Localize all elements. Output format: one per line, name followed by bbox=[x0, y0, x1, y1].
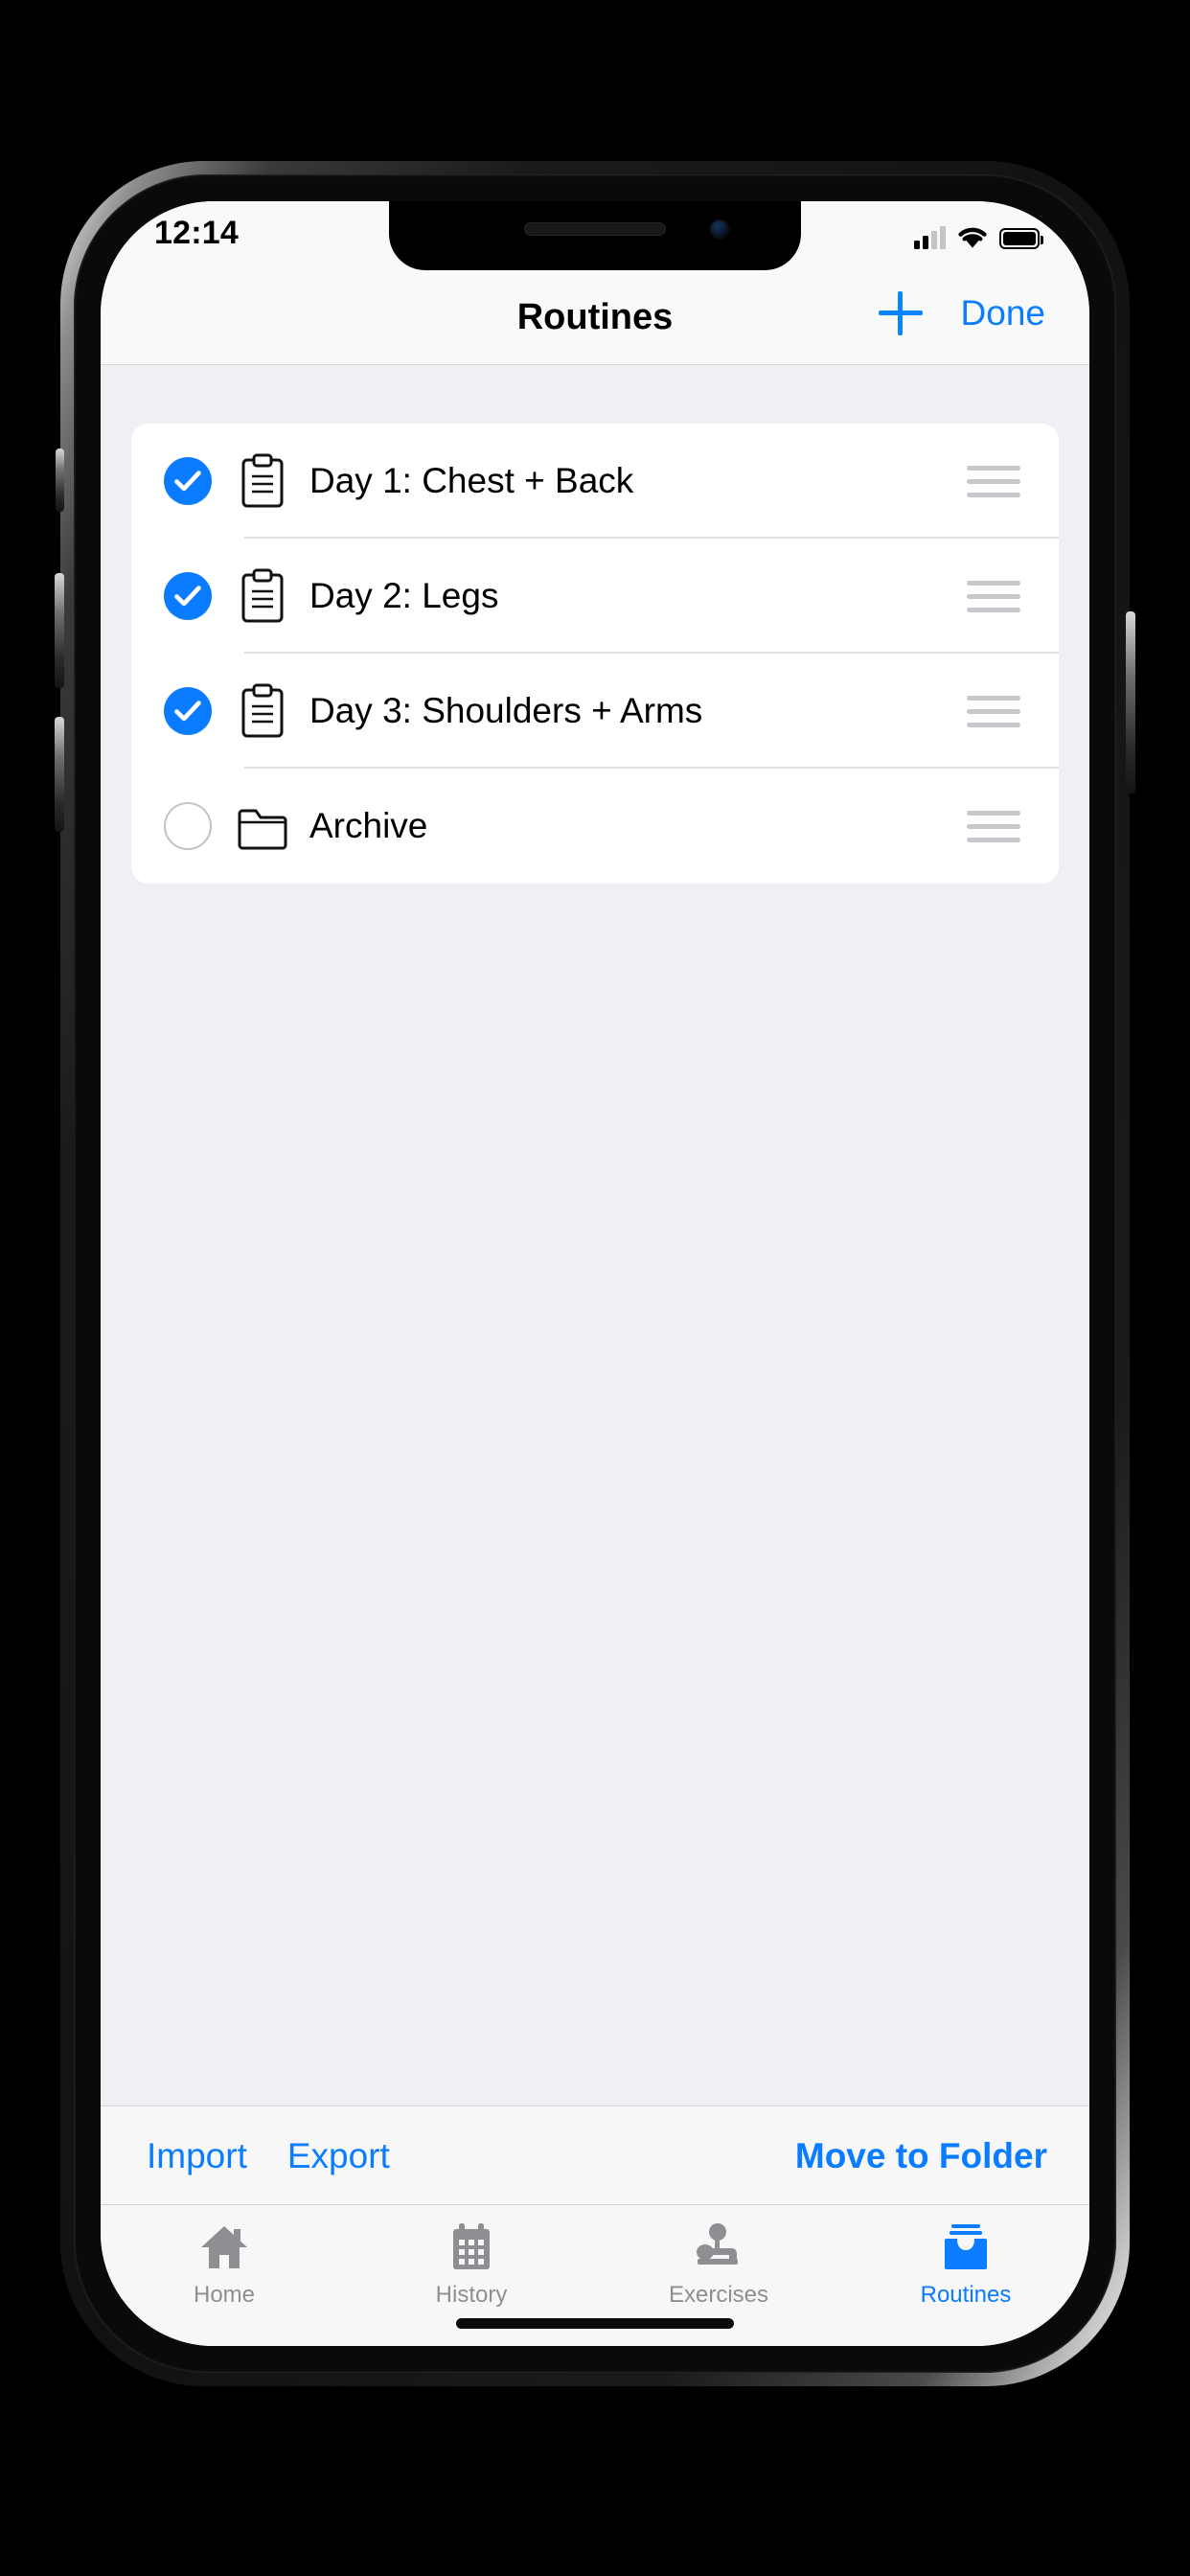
done-button[interactable]: Done bbox=[961, 293, 1045, 334]
row-checkbox-selected[interactable] bbox=[164, 687, 212, 735]
tab-label: Home bbox=[193, 2282, 256, 2308]
tab-label: Exercises bbox=[668, 2282, 769, 2308]
cellular-signal-icon bbox=[914, 226, 946, 249]
clipboard-icon bbox=[233, 453, 292, 509]
power-button[interactable] bbox=[1126, 611, 1135, 794]
silent-switch[interactable] bbox=[56, 448, 64, 512]
drag-handle-icon[interactable] bbox=[967, 810, 1020, 842]
clipboard-icon bbox=[233, 683, 292, 739]
row-checkbox-selected[interactable] bbox=[164, 572, 212, 620]
device-bezel: 12:14 Routines Done Day 1: Chest + Back … bbox=[74, 174, 1116, 2373]
row-checkbox-unselected[interactable] bbox=[164, 802, 212, 850]
row-checkbox-selected[interactable] bbox=[164, 457, 212, 505]
checkmark-icon bbox=[174, 471, 201, 492]
table-row[interactable]: Day 2: Legs bbox=[131, 539, 1059, 654]
bench-press-icon bbox=[692, 2220, 745, 2274]
nav-actions: Done bbox=[878, 291, 1045, 335]
phone-screen: 12:14 Routines Done Day 1: Chest + Back … bbox=[101, 201, 1089, 2346]
front-camera bbox=[709, 218, 730, 240]
move-to-folder-button[interactable]: Move to Folder bbox=[795, 2136, 1047, 2176]
tab-label: History bbox=[435, 2282, 508, 2308]
content-area: Day 1: Chest + Back Day 2: Legs Day 3: S… bbox=[101, 364, 1089, 2106]
add-routine-button[interactable] bbox=[878, 291, 923, 335]
signal-bar-1 bbox=[914, 241, 920, 249]
drag-handle-icon[interactable] bbox=[967, 580, 1020, 612]
checkmark-icon bbox=[174, 701, 201, 722]
row-label: Archive bbox=[309, 806, 428, 845]
tab-label: Routines bbox=[920, 2282, 1012, 2308]
tray-icon bbox=[942, 2220, 990, 2274]
bottom-toolbar: Import Export Move to Folder bbox=[101, 2105, 1089, 2205]
drag-handle-icon[interactable] bbox=[967, 465, 1020, 497]
device-frame: 12:14 Routines Done Day 1: Chest + Back … bbox=[55, 161, 1135, 2386]
earpiece-speaker bbox=[524, 222, 666, 236]
status-indicators bbox=[914, 220, 1043, 249]
drag-handle-icon[interactable] bbox=[967, 695, 1020, 727]
battery-fill bbox=[1003, 232, 1036, 245]
volume-up-button[interactable] bbox=[55, 573, 64, 688]
export-button[interactable]: Export bbox=[287, 2136, 390, 2176]
battery-icon bbox=[999, 228, 1043, 249]
routine-list: Day 1: Chest + Back Day 2: Legs Day 3: S… bbox=[131, 424, 1059, 884]
table-row[interactable]: Day 3: Shoulders + Arms bbox=[131, 654, 1059, 769]
notch bbox=[389, 201, 801, 270]
navigation-bar: Routines Done bbox=[101, 270, 1089, 365]
row-label: Day 2: Legs bbox=[309, 576, 499, 615]
signal-bar-2 bbox=[923, 236, 928, 249]
signal-bar-4 bbox=[940, 226, 946, 249]
home-indicator[interactable] bbox=[456, 2318, 734, 2329]
wifi-icon bbox=[956, 224, 989, 249]
clipboard-icon bbox=[233, 568, 292, 624]
table-row[interactable]: Day 1: Chest + Back bbox=[131, 424, 1059, 539]
import-button[interactable]: Import bbox=[147, 2136, 247, 2176]
tab-home[interactable]: Home bbox=[101, 2205, 348, 2346]
tab-routines[interactable]: Routines bbox=[842, 2205, 1089, 2346]
row-label: Day 3: Shoulders + Arms bbox=[309, 691, 703, 730]
status-time: 12:14 bbox=[154, 215, 239, 251]
signal-bar-3 bbox=[931, 231, 937, 249]
calendar-icon bbox=[448, 2220, 494, 2274]
row-label: Day 1: Chest + Back bbox=[309, 461, 634, 500]
table-row[interactable]: Archive bbox=[131, 769, 1059, 884]
home-icon bbox=[199, 2220, 249, 2274]
volume-down-button[interactable] bbox=[55, 717, 64, 832]
folder-icon bbox=[233, 799, 292, 853]
checkmark-icon bbox=[174, 586, 201, 607]
